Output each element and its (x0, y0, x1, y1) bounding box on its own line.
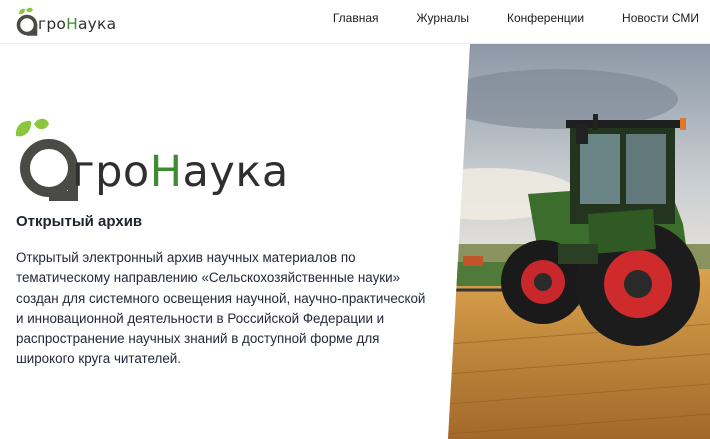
header-logo-text: гроНаука (38, 14, 117, 33)
nav-link-journals[interactable]: Журналы (417, 11, 469, 25)
main-nav: Главная Журналы Конференции Новости СМИ (295, 0, 699, 36)
nav-link-media-news[interactable]: Новости СМИ (622, 11, 699, 25)
page-subtitle: Открытый архив (16, 213, 143, 230)
header-logo[interactable]: гроНаука (14, 5, 116, 37)
site-header: гроНаука Главная Журналы Конференции Нов… (0, 0, 710, 44)
nav-link-home[interactable]: Главная (333, 11, 379, 25)
nav-link-conferences[interactable]: Конференции (507, 11, 584, 25)
archive-description: Открытый электронный архив научных матер… (16, 250, 426, 367)
hero-logo: гроНаука (14, 118, 324, 202)
hero-logo-text: гроНаука (72, 147, 289, 197)
logo-a-icon (16, 7, 38, 36)
hero-tractor-image (448, 44, 710, 439)
